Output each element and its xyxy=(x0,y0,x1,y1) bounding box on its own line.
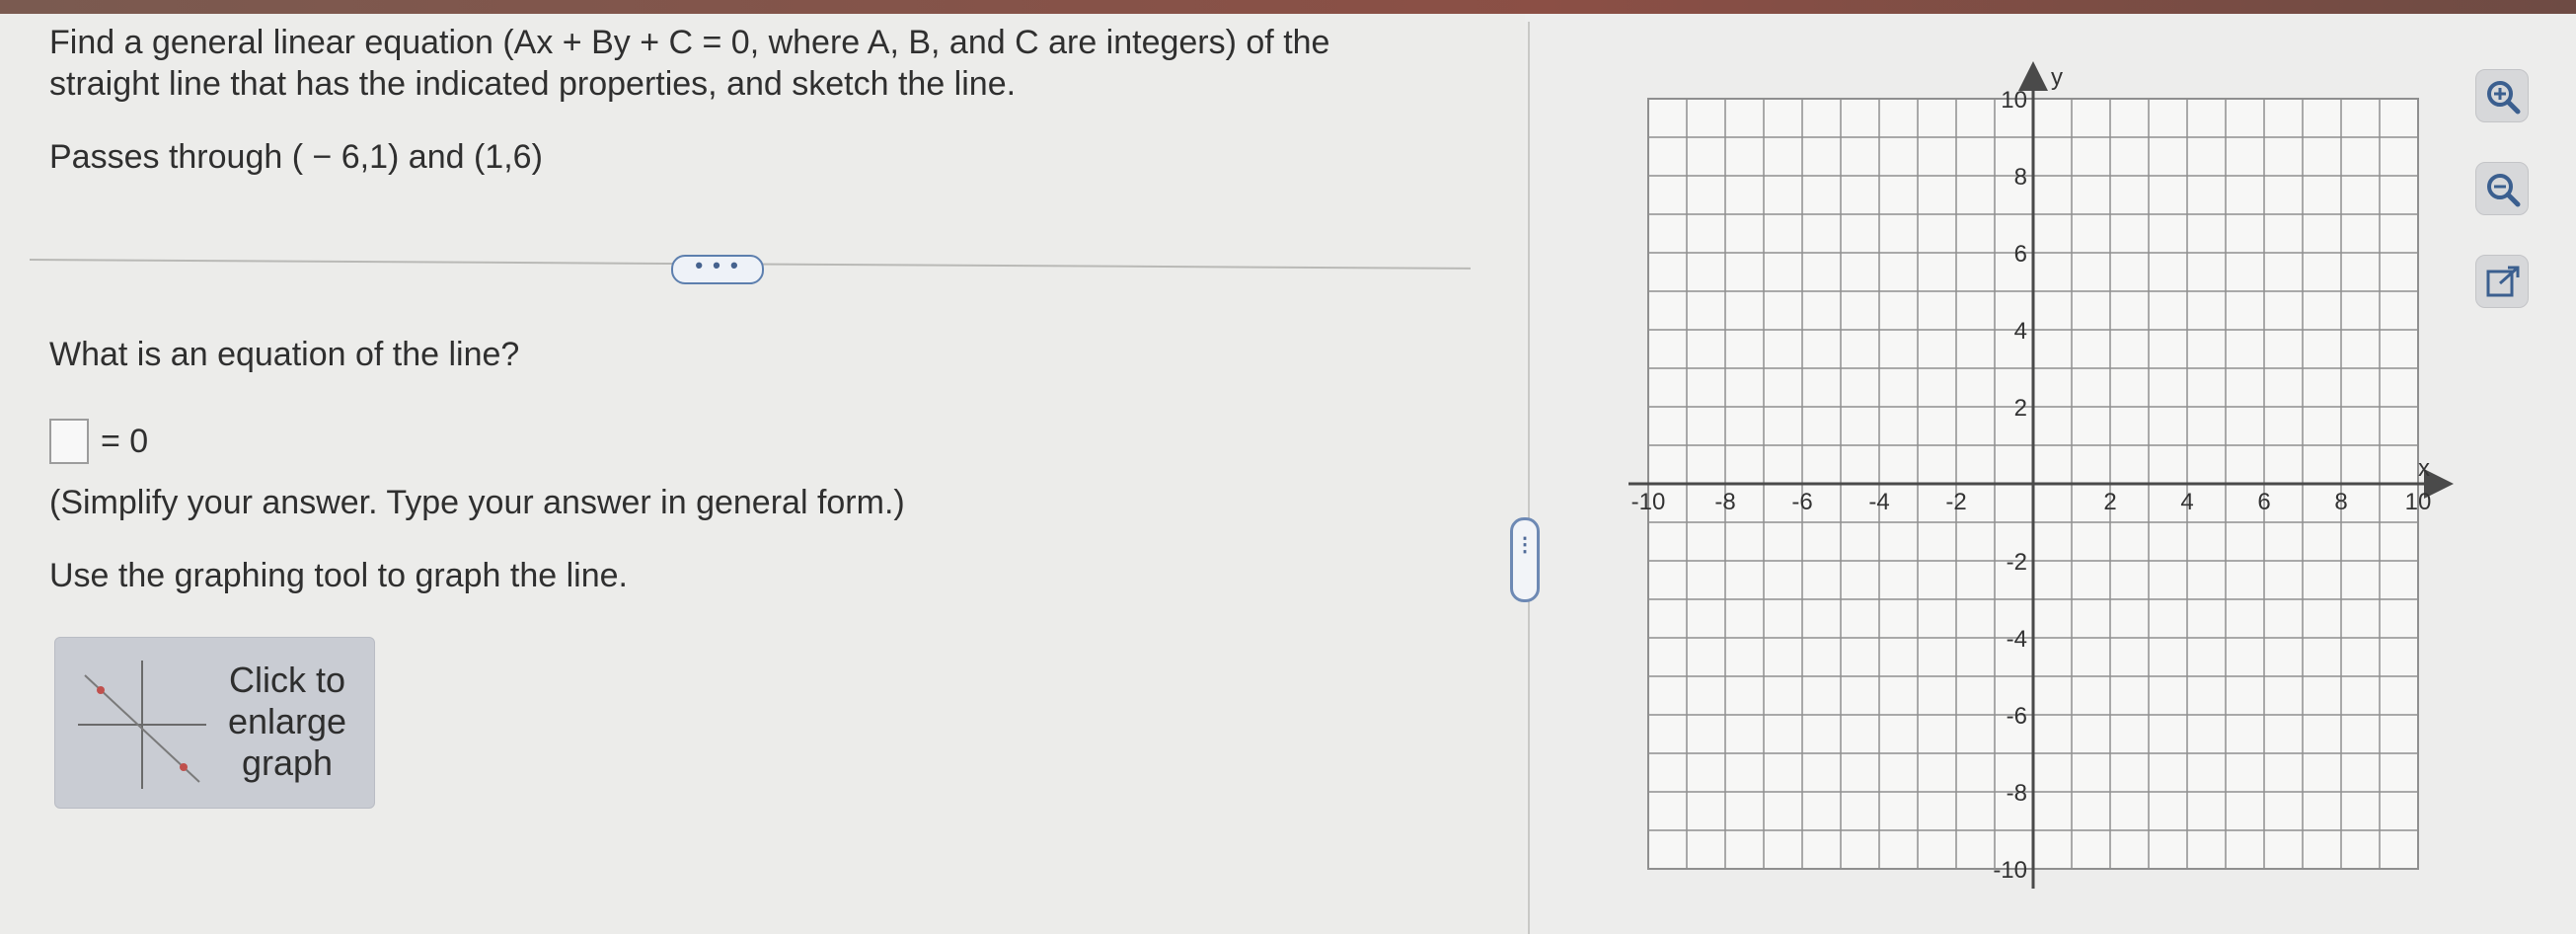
enlarge-graph-label: Click to enlarge graph xyxy=(227,660,347,783)
x-tick-label: 4 xyxy=(2180,489,2193,515)
question-prompt: Find a general linear equation (Ax + By … xyxy=(49,24,1330,103)
y-tick-label: 6 xyxy=(2014,241,2027,268)
zoom-out-button[interactable] xyxy=(2475,162,2529,215)
x-tick-label: 2 xyxy=(2103,489,2116,515)
y-tick-label: 4 xyxy=(2014,318,2027,345)
x-tick-label: -8 xyxy=(1714,489,1735,515)
y-tick-label: 2 xyxy=(2014,395,2027,422)
answer-question: What is an equation of the line? xyxy=(49,336,520,373)
y-tick-label: -10 xyxy=(1993,857,2027,884)
y-tick-label: -6 xyxy=(2007,703,2027,730)
pane-divider xyxy=(1528,22,1530,934)
pane-collapse-handle[interactable]: ⋮ xyxy=(1510,517,1540,602)
coordinate-grid[interactable]: -10 -8 -6 -4 -2 2 4 6 8 10 10 8 6 4 2 -2 -4 -6 -8 -10 x y xyxy=(1619,59,2458,889)
equation-answer-input[interactable] xyxy=(49,419,89,464)
x-tick-label: -6 xyxy=(1791,489,1812,515)
x-tick-label: -2 xyxy=(1945,489,1966,515)
x-tick-label: -4 xyxy=(1868,489,1889,515)
external-link-icon xyxy=(2486,266,2520,297)
zoom-in-icon xyxy=(2487,81,2521,115)
show-more-button[interactable]: • • • xyxy=(671,255,764,284)
graph-instruction: Use the graphing tool to graph the line. xyxy=(49,557,628,594)
enlarge-graph-button[interactable]: Click to enlarge graph xyxy=(54,637,375,809)
zoom-in-button[interactable] xyxy=(2475,69,2529,122)
equals-zero-label: = 0 xyxy=(101,422,149,460)
answer-row: = 0 xyxy=(49,419,148,464)
answer-hint: (Simplify your answer. Type your answer … xyxy=(49,484,905,521)
graph-thumbnail-icon xyxy=(78,661,206,789)
y-tick-label: 10 xyxy=(2001,87,2027,114)
y-axis-label: y xyxy=(2051,64,2063,91)
y-tick-label: 8 xyxy=(2014,164,2027,191)
y-tick-label: -4 xyxy=(2007,626,2027,653)
x-tick-label: 10 xyxy=(2405,489,2432,515)
y-tick-label: -8 xyxy=(2007,780,2027,807)
popout-button[interactable] xyxy=(2475,255,2529,308)
given-points: Passes through ( − 6,1) and (1,6) xyxy=(49,138,543,176)
zoom-out-icon xyxy=(2487,174,2521,207)
x-axis-label: x xyxy=(2418,455,2430,482)
y-tick-label: -2 xyxy=(2007,549,2027,576)
x-tick-label: 8 xyxy=(2334,489,2347,515)
x-tick-label: -10 xyxy=(1631,489,1666,515)
top-bar xyxy=(0,0,2576,14)
x-tick-label: 6 xyxy=(2257,489,2270,515)
